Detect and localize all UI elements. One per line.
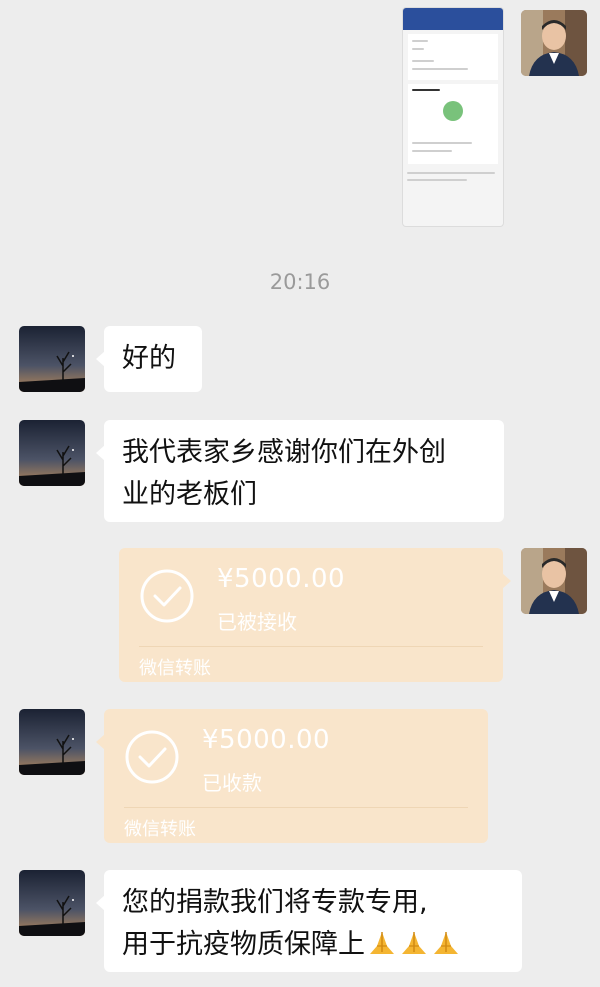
avatar-contact[interactable]: [19, 870, 85, 936]
screenshot-status-circle: [443, 101, 463, 121]
transfer-card-received[interactable]: ¥5000.00 已收款 微信转账: [96, 709, 488, 843]
message-text: 用于抗疫物质保障上: [122, 929, 365, 960]
message-bubble[interactable]: 您的捐款我们将专款专用, 用于抗疫物质保障上: [96, 870, 522, 972]
message-text-line: 我代表家乡感谢你们在外创: [122, 437, 446, 468]
screenshot-header-bar: [403, 8, 503, 30]
praise-icon: [370, 932, 394, 954]
message-bubble[interactable]: 好的: [96, 326, 202, 392]
shared-screenshot-image[interactable]: [403, 8, 503, 226]
message-bubble[interactable]: 我代表家乡感谢你们在外创 业的老板们: [96, 420, 504, 522]
screenshot-card: [408, 34, 498, 80]
screenshot-result-card: [408, 84, 498, 164]
avatar-contact[interactable]: [19, 420, 85, 486]
message-text-line: 您的捐款我们将专款专用,: [122, 887, 428, 918]
avatar-contact[interactable]: [19, 709, 85, 775]
time-divider: 20:16: [269, 270, 331, 294]
message-text-line: 业的老板们: [122, 479, 257, 510]
transfer-status: 已收款: [202, 771, 262, 795]
avatar-contact[interactable]: [19, 326, 85, 392]
check-circle-icon: [125, 730, 179, 784]
transfer-divider: [124, 807, 468, 808]
transfer-label: 微信转账: [124, 819, 196, 840]
transfer-card-sent[interactable]: ¥5000.00 已被接收 微信转账: [119, 548, 511, 682]
transfer-amount: ¥5000.00: [202, 725, 331, 755]
praise-icon: [434, 932, 458, 954]
avatar-self[interactable]: [521, 10, 587, 76]
transfer-label: 微信转账: [139, 658, 211, 679]
message-text: 好的: [122, 343, 176, 374]
transfer-status: 已被接收: [217, 610, 297, 634]
avatar-self[interactable]: [521, 548, 587, 614]
transfer-divider: [139, 646, 483, 647]
check-circle-icon: [140, 569, 194, 623]
praise-icon: [402, 932, 426, 954]
transfer-amount: ¥5000.00: [217, 564, 346, 594]
message-text-line: 用于抗疫物质保障上: [122, 924, 504, 966]
